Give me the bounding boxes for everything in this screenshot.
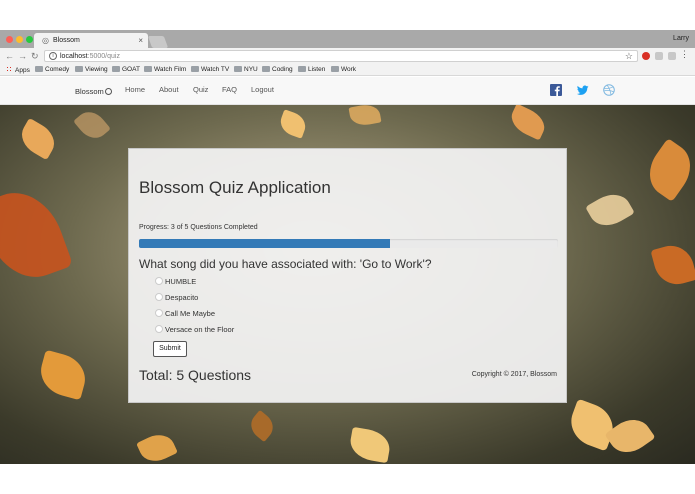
leaf-image bbox=[650, 240, 695, 290]
leaf-image bbox=[506, 105, 550, 141]
copyright-text: Copyright © 2017, Blossom bbox=[471, 371, 557, 378]
apps-grid-icon bbox=[6, 66, 13, 73]
radio-button[interactable] bbox=[155, 309, 163, 317]
progress-bar bbox=[139, 239, 558, 248]
leaf-image bbox=[15, 117, 61, 161]
folder-icon bbox=[144, 66, 152, 72]
bookmark-folder[interactable]: Watch TV bbox=[191, 66, 229, 73]
leaf-image bbox=[136, 429, 178, 464]
folder-icon bbox=[262, 66, 270, 72]
adblock-extension-icon[interactable] bbox=[642, 52, 650, 60]
url-text[interactable]: localhost:5000/quiz bbox=[60, 53, 120, 60]
folder-icon bbox=[298, 66, 306, 72]
option-label[interactable]: Despacito bbox=[165, 293, 198, 302]
maximize-window-icon[interactable] bbox=[26, 36, 33, 43]
close-window-icon[interactable] bbox=[6, 36, 13, 43]
dribbble-icon[interactable] bbox=[603, 84, 615, 96]
bookmarks-bar: Apps Comedy Viewing GOAT Watch Film Watc… bbox=[0, 64, 695, 76]
option-label[interactable]: Versace on the Floor bbox=[165, 325, 234, 334]
folder-icon bbox=[112, 66, 120, 72]
tab-title: Blossom bbox=[53, 37, 80, 44]
bookmark-star-icon[interactable]: ☆ bbox=[625, 51, 633, 62]
quiz-card: Blossom Quiz Application Progress: 3 of … bbox=[128, 148, 567, 403]
folder-icon bbox=[75, 66, 83, 72]
bookmark-folder[interactable]: Watch Film bbox=[144, 66, 186, 73]
page-icon: ◎ bbox=[42, 36, 49, 45]
bookmark-folder[interactable]: Listen bbox=[298, 66, 325, 73]
bookmark-folder[interactable]: GOAT bbox=[112, 66, 140, 73]
bookmark-apps[interactable]: Apps bbox=[6, 66, 30, 74]
leaf-image bbox=[347, 426, 393, 464]
extension-icon[interactable] bbox=[668, 52, 676, 60]
extension-icon[interactable] bbox=[655, 52, 663, 60]
leaf-image bbox=[245, 409, 279, 443]
leaf-image bbox=[604, 411, 656, 461]
address-bar[interactable]: i localhost:5000/quiz ☆ bbox=[44, 50, 638, 62]
back-arrow-icon[interactable]: ← bbox=[5, 51, 14, 61]
nav-about[interactable]: About bbox=[159, 85, 179, 94]
tab-bar: ◎ Blossom × Larry bbox=[0, 30, 695, 48]
option-label[interactable]: Call Me Maybe bbox=[165, 309, 215, 318]
new-tab-button[interactable] bbox=[147, 36, 169, 48]
brand-link[interactable]: Blossom bbox=[75, 87, 112, 96]
question-text: What song did you have associated with: … bbox=[139, 257, 432, 271]
folder-icon bbox=[191, 66, 199, 72]
folder-icon bbox=[234, 66, 242, 72]
nav-faq[interactable]: FAQ bbox=[222, 85, 237, 94]
option-label[interactable]: HUMBLE bbox=[165, 277, 196, 286]
bookmark-folder[interactable]: Viewing bbox=[75, 66, 108, 73]
minimize-window-icon[interactable] bbox=[16, 36, 23, 43]
facebook-icon[interactable] bbox=[550, 84, 562, 96]
browser-window: ◎ Blossom × Larry ← → ↻ i localhost:5000… bbox=[0, 0, 695, 494]
progress-bar-fill bbox=[139, 239, 391, 248]
progress-label: Progress: 3 of 5 Questions Completed bbox=[139, 224, 258, 231]
bookmark-folder[interactable]: Comedy bbox=[35, 66, 69, 73]
leaf-image bbox=[35, 349, 91, 401]
radio-button[interactable] bbox=[155, 277, 163, 285]
bookmark-folder[interactable]: Work bbox=[331, 66, 356, 73]
page-title: Blossom Quiz Application bbox=[139, 178, 331, 197]
leaf-image bbox=[0, 180, 74, 290]
leaf-image bbox=[585, 187, 635, 233]
leaf-image bbox=[277, 109, 309, 139]
browser-toolbar: ← → ↻ i localhost:5000/quiz ☆ ⋮ bbox=[0, 48, 695, 64]
folder-icon bbox=[35, 66, 43, 72]
leaf-image bbox=[73, 105, 111, 145]
leaf-image bbox=[348, 105, 382, 128]
menu-dots-icon[interactable]: ⋮ bbox=[680, 49, 689, 60]
tab-close-icon[interactable]: × bbox=[138, 36, 143, 45]
reload-icon[interactable]: ↻ bbox=[31, 51, 39, 62]
forward-arrow-icon[interactable]: → bbox=[18, 51, 27, 61]
total-questions: Total: 5 Questions bbox=[139, 367, 252, 383]
twitter-icon[interactable] bbox=[577, 84, 589, 96]
leaf-image bbox=[639, 138, 695, 202]
nav-quiz[interactable]: Quiz bbox=[193, 85, 208, 94]
bookmark-folder[interactable]: Coding bbox=[262, 66, 293, 73]
radio-button[interactable] bbox=[155, 293, 163, 301]
nav-logout[interactable]: Logout bbox=[251, 85, 274, 94]
browser-tab[interactable]: ◎ Blossom × bbox=[34, 33, 148, 48]
folder-icon bbox=[331, 66, 339, 72]
nav-home[interactable]: Home bbox=[125, 85, 145, 94]
bookmark-folder[interactable]: NYU bbox=[234, 66, 258, 73]
blossom-logo-icon bbox=[104, 88, 112, 95]
submit-button[interactable]: Submit bbox=[153, 341, 187, 357]
radio-button[interactable] bbox=[155, 325, 163, 333]
site-navbar: Blossom Home About Quiz FAQ Logout bbox=[0, 77, 695, 105]
profile-name[interactable]: Larry bbox=[673, 35, 689, 42]
page-bottom-margin bbox=[0, 464, 695, 494]
info-icon[interactable]: i bbox=[49, 52, 57, 60]
